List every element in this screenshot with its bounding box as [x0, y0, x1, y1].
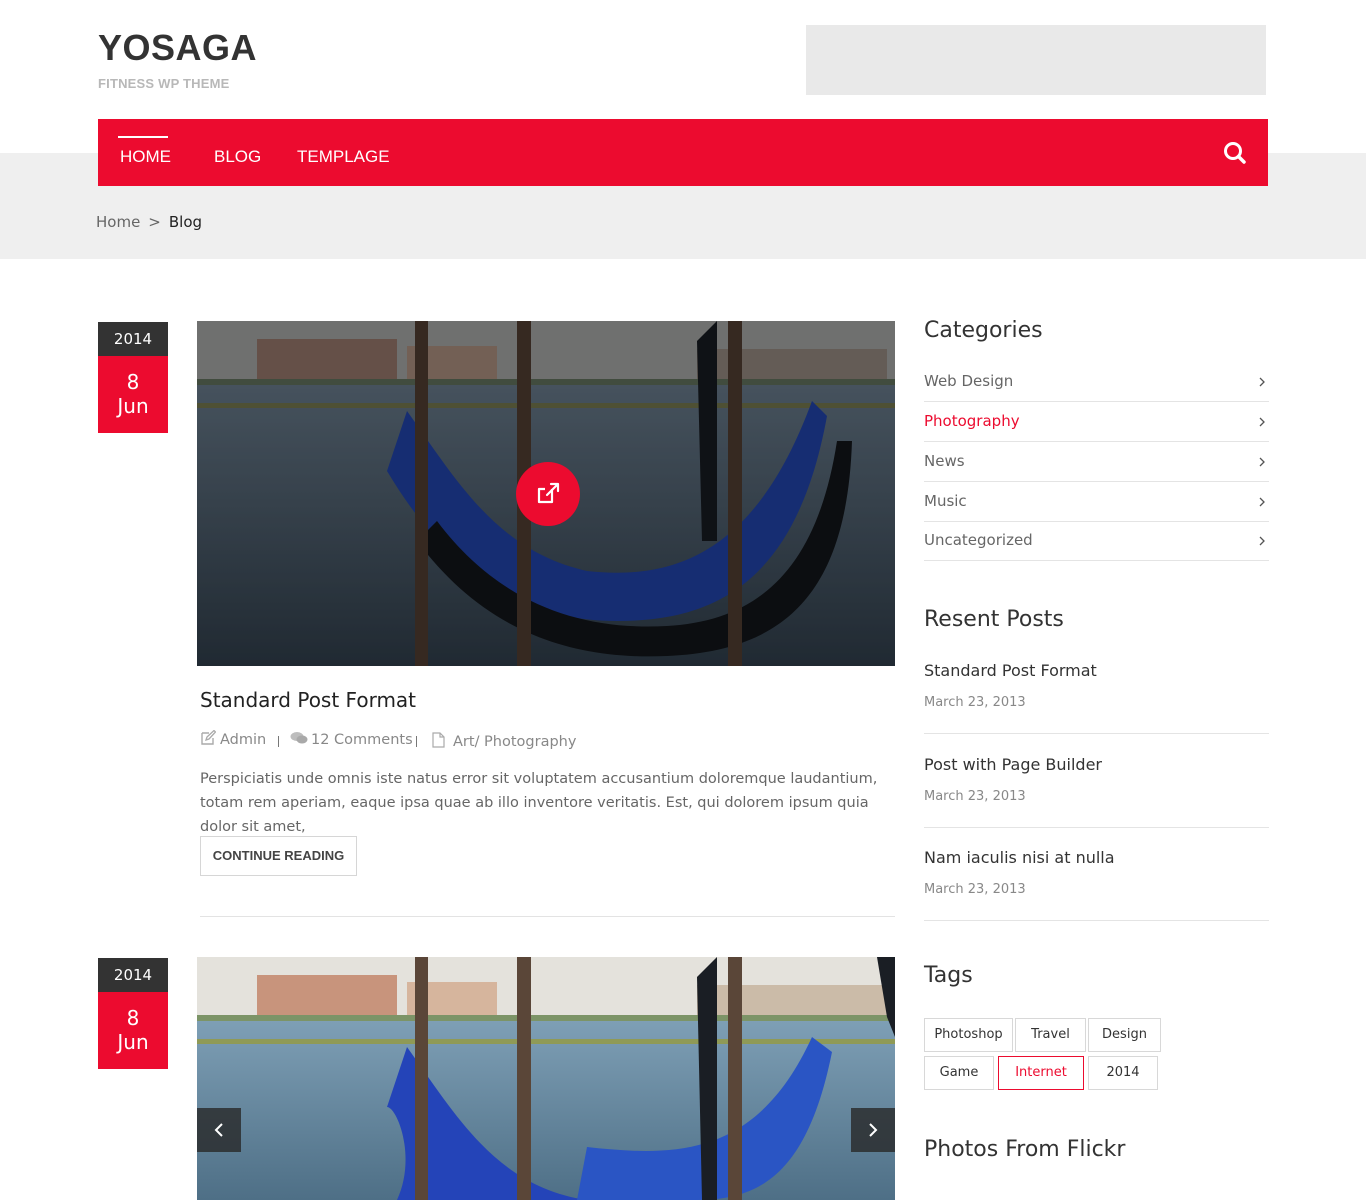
meta-separator — [416, 736, 417, 747]
post-date-year: 2014 — [98, 322, 168, 356]
category-item-photography[interactable]: Photography — [924, 402, 1269, 442]
edit-icon — [201, 729, 217, 745]
tag-internet[interactable]: Internet — [998, 1056, 1084, 1090]
category-item-uncategorized[interactable]: Uncategorized — [924, 521, 1269, 561]
external-link-icon — [537, 482, 560, 504]
recent-post-title[interactable]: Post with Page Builder — [924, 755, 1102, 775]
categories-title: Categories — [924, 318, 1043, 343]
post-date-day: 8 — [126, 370, 140, 394]
post-date-year: 2014 — [98, 958, 168, 992]
nav-item-blog[interactable]: BLOG — [214, 147, 261, 167]
site-tagline: FITNESS WP THEME — [98, 76, 230, 91]
meta-comments: 12 Comments — [290, 730, 413, 750]
breadcrumb-home-link[interactable]: Home — [96, 213, 140, 231]
chevron-right-icon — [1259, 417, 1265, 427]
tag-design[interactable]: Design — [1088, 1018, 1161, 1052]
category-item-music[interactable]: Music — [924, 482, 1269, 522]
nav-item-home[interactable]: HOME — [120, 147, 171, 167]
recent-post-title[interactable]: Standard Post Format — [924, 661, 1097, 681]
post-featured-image[interactable] — [197, 321, 895, 666]
chevron-right-icon — [1259, 457, 1265, 467]
site-title[interactable]: YOSAGA — [98, 28, 257, 68]
tag-game[interactable]: Game — [924, 1056, 994, 1090]
comments-icon — [290, 732, 308, 744]
recent-post-date: March 23, 2013 — [924, 789, 1026, 804]
category-label: Web Design — [924, 372, 1014, 390]
external-link-button[interactable] — [516, 462, 580, 526]
search-icon — [1224, 142, 1246, 164]
header-ad-banner — [806, 25, 1266, 95]
post-gallery-slider[interactable] — [197, 957, 895, 1200]
recent-posts-title: Resent Posts — [924, 607, 1064, 632]
tag-2014[interactable]: 2014 — [1088, 1056, 1158, 1090]
post-date-month: Jun — [117, 1030, 149, 1054]
recent-post-date: March 23, 2013 — [924, 882, 1026, 897]
nav-active-indicator — [118, 136, 168, 138]
continue-reading-button[interactable]: CONTINUE READING — [200, 836, 357, 876]
post-date-month: Jun — [117, 394, 149, 418]
meta-separator — [278, 736, 279, 747]
tag-photoshop[interactable]: Photoshop — [924, 1018, 1013, 1052]
flickr-title: Photos From Flickr — [924, 1137, 1126, 1162]
document-icon — [432, 732, 445, 748]
post-date-badge: 2014 8 Jun — [98, 958, 168, 1069]
chevron-right-icon — [869, 1123, 878, 1137]
slider-prev-button[interactable] — [197, 1108, 241, 1152]
post-date-daymonth: 8 Jun — [98, 992, 168, 1069]
category-label: Uncategorized — [924, 531, 1033, 549]
meta-categories-text[interactable]: Art/ Photography — [453, 734, 576, 750]
post-title[interactable]: Standard Post Format — [200, 688, 416, 712]
post-date-badge: 2014 8 Jun — [98, 322, 168, 433]
category-label: News — [924, 452, 965, 470]
recent-post-item: Nam iaculis nisi at nulla March 23, 2013 — [924, 848, 1269, 921]
breadcrumb: Home > Blog — [96, 212, 202, 232]
category-label: Music — [924, 492, 967, 510]
nav-item-templage[interactable]: TEMPLAGE — [297, 147, 390, 167]
site-logo[interactable]: YOSAGA FITNESS WP THEME — [98, 28, 257, 92]
breadcrumb-separator: > — [148, 213, 161, 231]
category-item-news[interactable]: News — [924, 442, 1269, 482]
meta-author: Admin — [200, 729, 266, 750]
chevron-right-icon — [1259, 536, 1265, 546]
post-date-daymonth: 8 Jun — [98, 356, 168, 433]
category-label: Photography — [924, 412, 1020, 430]
main-navigation: HOME BLOG TEMPLAGE — [98, 119, 1268, 186]
tag-travel[interactable]: Travel — [1015, 1018, 1086, 1052]
recent-post-item: Standard Post Format March 23, 2013 — [924, 661, 1269, 734]
chevron-right-icon — [1259, 377, 1265, 387]
recent-post-date: March 23, 2013 — [924, 695, 1026, 710]
chevron-left-icon — [214, 1123, 223, 1137]
category-item-web-design[interactable]: Web Design — [924, 362, 1269, 402]
post-date-day: 8 — [126, 1006, 140, 1030]
post-excerpt: Perspiciatis unde omnis iste natus error… — [200, 771, 878, 835]
post-divider — [200, 916, 895, 917]
meta-comments-count[interactable]: 12 Comments — [311, 732, 413, 748]
slider-next-button[interactable] — [851, 1108, 895, 1152]
tags-title: Tags — [924, 963, 973, 988]
gondola-photo — [197, 957, 895, 1200]
search-button[interactable] — [1222, 140, 1248, 166]
recent-post-item: Post with Page Builder March 23, 2013 — [924, 755, 1269, 828]
meta-author-name[interactable]: Admin — [220, 732, 266, 748]
recent-post-title[interactable]: Nam iaculis nisi at nulla — [924, 848, 1115, 868]
chevron-right-icon — [1259, 497, 1265, 507]
breadcrumb-current: Blog — [168, 213, 203, 231]
meta-categories: Art/ Photography — [432, 732, 576, 752]
